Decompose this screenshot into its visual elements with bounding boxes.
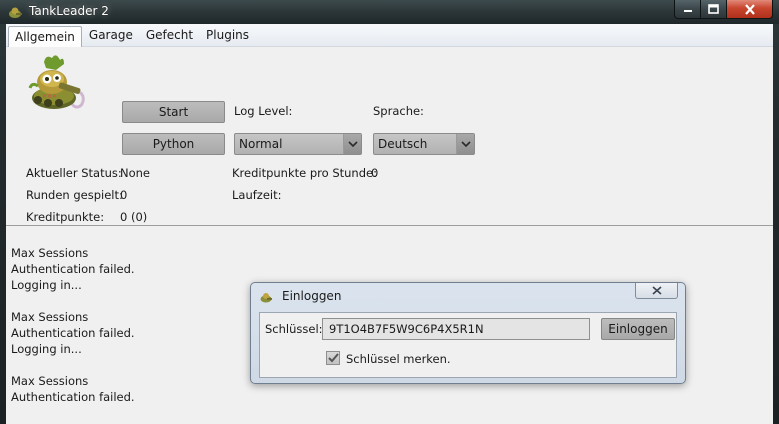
status-label: Aktueller Status: [26, 166, 122, 180]
maximize-icon [708, 4, 719, 14]
login-dialog[interactable]: Einloggen Schlüssel: 9T1O4B7F5W9C6P4X5R1… [250, 282, 686, 384]
app-window: TankLeader 2 Allgemein Garage Gefecht Pl… [0, 0, 779, 424]
log-line: Max Sessions [11, 310, 89, 324]
start-button[interactable]: Start [122, 101, 225, 123]
key-input[interactable]: 9T1O4B7F5W9C6P4X5R1N [322, 318, 590, 340]
log-level-label: Log Level: [234, 104, 293, 118]
tank-logo-icon: ✕✕✕ [28, 55, 85, 109]
tab-garage[interactable]: Garage [83, 25, 139, 45]
close-icon [651, 286, 662, 295]
rounds-value: 0 [120, 188, 128, 202]
general-panel: ✕✕✕ Start Python Log Level: Normal Sprac… [6, 47, 773, 225]
log-lines: Max Sessions Authentication failed. Logg… [11, 245, 135, 405]
tank-app-icon [9, 7, 22, 18]
remember-key-label: Schlüssel merken. [346, 352, 451, 366]
checkmark-icon [327, 353, 339, 363]
maximize-button[interactable] [701, 0, 727, 19]
credits-per-hour-value: 0 [371, 166, 379, 180]
login-button[interactable]: Einloggen [601, 318, 675, 340]
window-controls [674, 0, 773, 19]
credits-value: 0 (0) [120, 210, 148, 224]
python-button[interactable]: Python [122, 133, 225, 155]
tank-app-icon [260, 293, 272, 303]
log-level-value: Normal [239, 137, 283, 151]
tab-plugins[interactable]: Plugins [200, 25, 255, 45]
log-line: Max Sessions [11, 246, 89, 260]
log-line: Authentication failed. [11, 262, 135, 276]
log-line: Logging in... [11, 342, 82, 356]
tab-allgemein[interactable]: Allgemein [8, 25, 82, 47]
chevron-down-icon [456, 134, 474, 154]
language-value: Deutsch [378, 137, 428, 151]
log-line: Authentication failed. [11, 390, 135, 404]
log-level-select[interactable]: Normal [234, 133, 362, 155]
log-line: Logging in... [11, 278, 82, 292]
rounds-label: Runden gespielt: [26, 188, 123, 202]
log-line: Max Sessions [11, 374, 89, 388]
remember-key-checkbox[interactable] [326, 351, 340, 365]
dialog-close-button[interactable] [635, 283, 678, 299]
status-value: None [120, 166, 151, 180]
dialog-body: Schlüssel: 9T1O4B7F5W9C6P4X5R1N Einlogge… [259, 312, 677, 378]
credits-label: Kreditpunkte: [26, 210, 105, 224]
minimize-icon [683, 10, 692, 12]
close-icon [744, 3, 755, 15]
language-label: Sprache: [373, 104, 424, 118]
dialog-title: Einloggen [282, 289, 342, 303]
log-line: Authentication failed. [11, 326, 135, 340]
chevron-down-icon [343, 134, 361, 154]
runtime-label: Laufzeit: [232, 188, 282, 202]
language-select[interactable]: Deutsch [373, 133, 475, 155]
tab-bar: Allgemein Garage Gefecht Plugins [6, 24, 773, 47]
minimize-button[interactable] [674, 0, 701, 19]
svg-text:✕✕✕: ✕✕✕ [42, 93, 57, 100]
close-button[interactable] [727, 0, 773, 19]
credits-per-hour-label: Kreditpunkte pro Stunde: [232, 166, 377, 180]
key-label: Schlüssel: [265, 322, 323, 336]
window-title: TankLeader 2 [29, 4, 109, 18]
tab-gefecht[interactable]: Gefecht [140, 25, 199, 45]
title-bar[interactable]: TankLeader 2 [0, 0, 779, 24]
